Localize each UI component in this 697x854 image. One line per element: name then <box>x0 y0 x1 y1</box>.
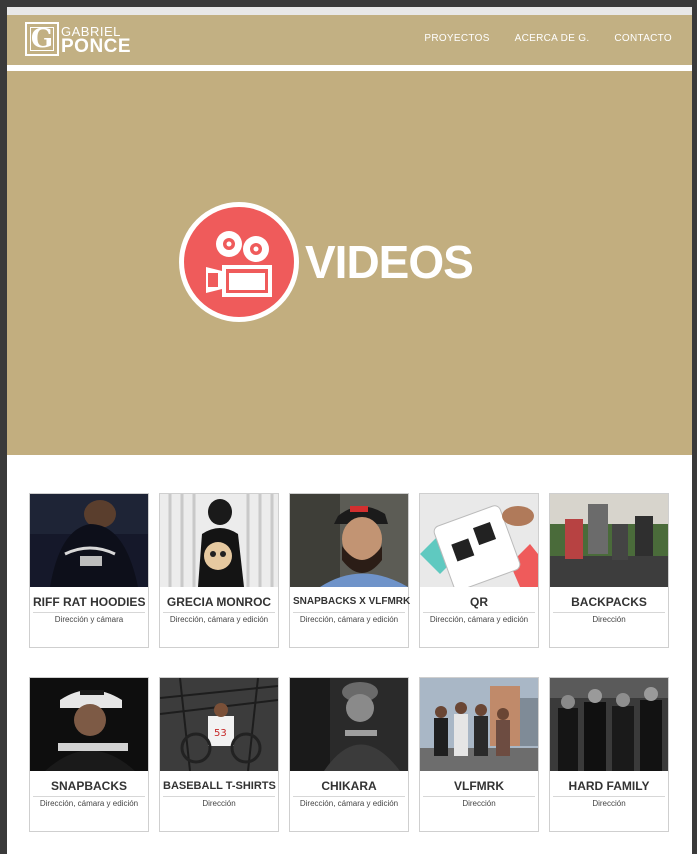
logo-text: GABRIEL PONCE <box>61 24 132 57</box>
logo-mark-icon: G <box>25 22 59 56</box>
project-card-hard-family[interactable]: HARD FAMILY Dirección <box>549 677 669 832</box>
project-card-riff-rat-hoodies[interactable]: RIFF RAT HOODIES Dirección y cámara <box>29 493 149 648</box>
project-thumbnail[interactable] <box>420 678 538 771</box>
window-frame-top <box>0 0 697 7</box>
project-title: CHIKARA <box>293 777 405 797</box>
project-thumbnail[interactable] <box>30 678 148 771</box>
project-title: SNAPBACKS <box>33 777 145 797</box>
project-role: Dirección, cámara y edición <box>299 799 399 808</box>
project-thumbnail[interactable] <box>290 494 408 587</box>
project-title: VLFMRK <box>423 777 535 797</box>
window-frame-left <box>0 0 7 854</box>
project-role: Dirección y cámara <box>54 615 124 624</box>
project-card-grecia-monroc[interactable]: GRECIA MONROC Dirección, cámara y edició… <box>159 493 279 648</box>
project-card-backpacks[interactable]: BACKPACKS Dirección <box>549 493 669 648</box>
window-frame-right <box>692 0 697 854</box>
project-card-chikara[interactable]: CHIKARA Dirección, cámara y edición <box>289 677 409 832</box>
svg-text:53: 53 <box>214 728 227 739</box>
project-role: Dirección <box>592 615 626 624</box>
project-card-snapbacks[interactable]: SNAPBACKS Dirección, cámara y edición <box>29 677 149 832</box>
logo-letter: G <box>30 24 54 54</box>
main-nav: PROYECTOS ACERCA DE G. CONTACTO <box>424 33 672 44</box>
nav-contacto[interactable]: CONTACTO <box>614 33 672 44</box>
project-thumbnail[interactable] <box>160 494 278 587</box>
project-card-snapbacks-x-vlfmrk[interactable]: SNAPBACKS X VLFMRK Dirección, cámara y e… <box>289 493 410 648</box>
project-title: BASEBALL T-SHIRTS <box>163 777 276 797</box>
project-card-baseball-t-shirts[interactable]: 53 BASEBALL T-SHIRTS Dirección <box>159 677 279 832</box>
project-title: SNAPBACKS X VLFMRK <box>293 593 410 613</box>
project-title: GRECIA MONROC <box>163 593 275 613</box>
project-role: Dirección, cámara y edición <box>299 615 399 624</box>
project-thumbnail[interactable] <box>550 494 668 587</box>
nav-acerca[interactable]: ACERCA DE G. <box>515 33 590 44</box>
project-role: Dirección <box>592 799 626 808</box>
logo[interactable]: G GABRIEL PONCE <box>25 22 131 56</box>
site-header: G GABRIEL PONCE PROYECTOS ACERCA DE G. C… <box>7 7 692 65</box>
project-card-vlfmrk[interactable]: VLFMRK Dirección <box>419 677 539 832</box>
nav-proyectos[interactable]: PROYECTOS <box>424 33 489 44</box>
video-camera-svg <box>206 231 272 297</box>
project-role: Dirección <box>202 799 236 808</box>
logo-line-2: PONCE <box>61 36 132 57</box>
project-thumbnail[interactable] <box>30 494 148 587</box>
hero-title: VIDEOS <box>305 236 474 288</box>
hero-banner: VIDEOS <box>7 71 692 455</box>
project-card-qr[interactable]: QR Dirección, cámara y edición <box>419 493 539 648</box>
project-thumbnail[interactable] <box>550 678 668 771</box>
project-title: RIFF RAT HOODIES <box>33 593 145 613</box>
project-role: Dirección, cámara y edición <box>429 615 529 624</box>
project-title: BACKPACKS <box>553 593 665 613</box>
project-role: Dirección, cámara y edición <box>169 615 269 624</box>
video-camera-icon <box>179 202 299 322</box>
project-role: Dirección, cámara y edición <box>39 799 139 808</box>
project-thumbnail[interactable] <box>420 494 538 587</box>
project-title: HARD FAMILY <box>553 777 665 797</box>
project-thumbnail[interactable]: 53 <box>160 678 278 771</box>
project-role: Dirección <box>462 799 496 808</box>
project-thumbnail[interactable] <box>290 678 408 771</box>
project-title: QR <box>423 593 535 613</box>
